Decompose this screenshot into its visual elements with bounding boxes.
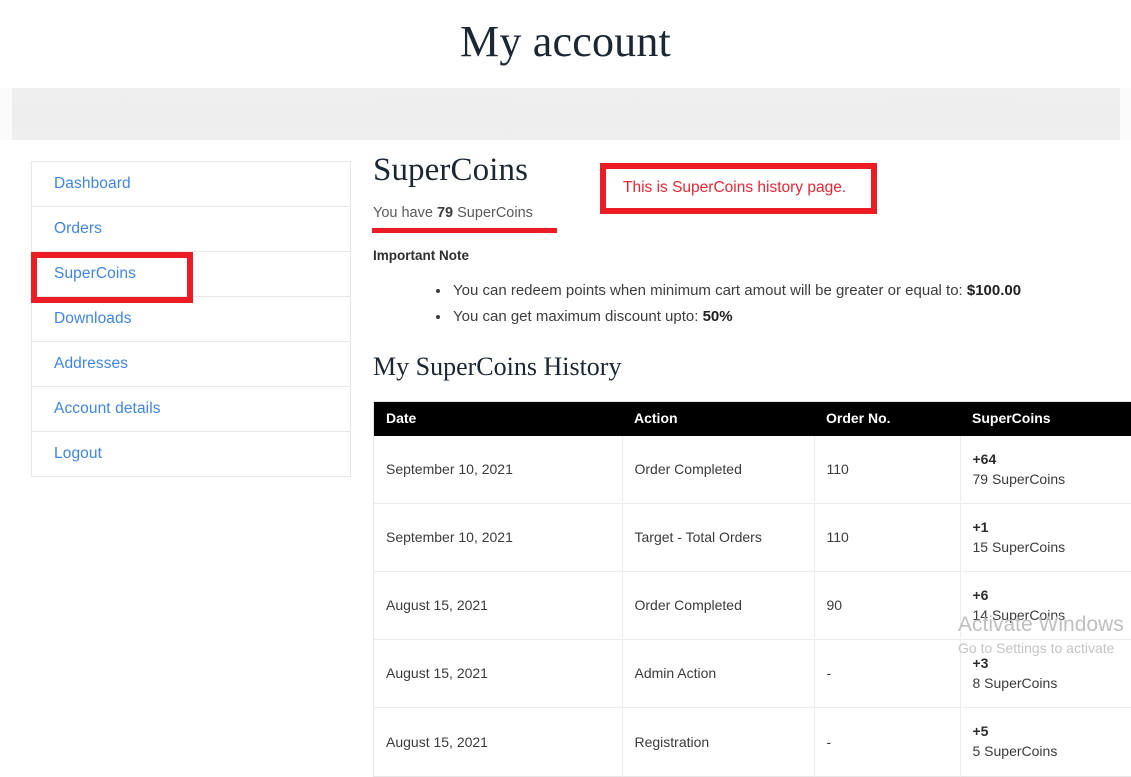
balance-value: 79 xyxy=(437,205,453,221)
history-heading: My SuperCoins History xyxy=(373,351,1103,384)
page-title: My account xyxy=(460,20,671,68)
cell-action: Order Completed xyxy=(622,572,814,640)
cell-date: September 10, 2021 xyxy=(374,503,623,571)
sidebar-link-logout[interactable]: Logout xyxy=(54,445,102,464)
cell-supercoins: +1 15 SuperCoins xyxy=(960,503,1131,571)
sidebar-link-downloads[interactable]: Downloads xyxy=(54,310,132,329)
sidebar-item-dashboard[interactable]: Dashboard xyxy=(32,162,350,207)
balance-suffix: SuperCoins xyxy=(453,205,533,221)
cell-action: Admin Action xyxy=(622,640,814,708)
table-row: September 10, 2021 Target - Total Orders… xyxy=(374,503,1131,571)
cell-supercoins: +5 5 SuperCoins xyxy=(960,708,1131,776)
page-header: My account xyxy=(0,0,1131,88)
cell-supercoins: +6 14 SuperCoins xyxy=(960,572,1131,640)
sidebar-link-addresses[interactable]: Addresses xyxy=(54,355,128,374)
note-item-max-discount: You can get maximum discount upto: 50% xyxy=(451,304,1103,330)
column-header-action: Action xyxy=(622,401,814,435)
note-item-value: 50% xyxy=(703,308,733,325)
balance-prefix: You have xyxy=(373,205,437,221)
cell-order-no: 90 xyxy=(814,572,960,640)
cell-supercoins: +64 79 SuperCoins xyxy=(960,436,1131,504)
sidebar-link-account-details[interactable]: Account details xyxy=(54,400,161,419)
coin-delta: +6 xyxy=(973,586,1131,605)
cell-order-no: - xyxy=(814,640,960,708)
cell-action: Registration xyxy=(622,708,814,776)
cell-date: August 15, 2021 xyxy=(374,708,623,776)
sidebar-item-downloads[interactable]: Downloads xyxy=(32,297,350,342)
cell-order-no: - xyxy=(814,708,960,776)
table-body: September 10, 2021 Order Completed 110 +… xyxy=(374,436,1131,776)
annotation-callout-text: This is SuperCoins history page. xyxy=(623,179,846,198)
table-row: August 15, 2021 Registration - +5 5 Supe… xyxy=(374,708,1131,776)
supercoins-panel: SuperCoins You have 79 SuperCoins Import… xyxy=(373,150,1103,777)
cell-order-no: 110 xyxy=(814,436,960,504)
account-navigation: Dashboard Orders SuperCoins Downloads Ad… xyxy=(31,161,351,477)
table-head: Date Action Order No. SuperCoins xyxy=(374,401,1131,435)
annotation-underline-balance xyxy=(372,228,557,233)
sidebar-item-orders[interactable]: Orders xyxy=(32,207,350,252)
column-header-order-no: Order No. xyxy=(814,401,960,435)
cell-action: Target - Total Orders xyxy=(622,503,814,571)
table-row: August 15, 2021 Admin Action - +3 8 Supe… xyxy=(374,640,1131,708)
important-note-list: You can redeem points when minimum cart … xyxy=(373,278,1103,331)
note-item-text: You can redeem points when minimum cart … xyxy=(453,282,967,299)
annotation-callout-box: This is SuperCoins history page. xyxy=(600,163,877,214)
sidebar-item-addresses[interactable]: Addresses xyxy=(32,342,350,387)
cell-date: September 10, 2021 xyxy=(374,436,623,504)
annotation-highlight-supercoins-nav xyxy=(31,252,193,303)
coin-delta: +1 xyxy=(973,518,1131,537)
table-row: August 15, 2021 Order Completed 90 +6 14… xyxy=(374,572,1131,640)
coin-total: 15 SuperCoins xyxy=(973,537,1131,557)
coin-total: 8 SuperCoins xyxy=(973,673,1131,693)
column-header-supercoins: SuperCoins xyxy=(960,401,1131,435)
cell-supercoins: +3 8 SuperCoins xyxy=(960,640,1131,708)
important-note-title: Important Note xyxy=(373,248,1103,264)
coin-total: 14 SuperCoins xyxy=(973,605,1131,625)
account-content-card: Dashboard Orders SuperCoins Downloads Ad… xyxy=(12,140,1120,721)
sidebar-item-logout[interactable]: Logout xyxy=(32,432,350,477)
sidebar-item-account-details[interactable]: Account details xyxy=(32,387,350,432)
cell-action: Order Completed xyxy=(622,436,814,504)
cell-order-no: 110 xyxy=(814,503,960,571)
coin-delta: +5 xyxy=(973,722,1131,741)
sidebar-link-orders[interactable]: Orders xyxy=(54,220,102,239)
note-item-value: $100.00 xyxy=(967,282,1021,299)
coin-total: 79 SuperCoins xyxy=(973,469,1131,489)
note-item-redeem-minimum: You can redeem points when minimum cart … xyxy=(451,278,1103,304)
note-item-text: You can get maximum discount upto: xyxy=(453,308,703,325)
header-divider-band xyxy=(0,88,1131,140)
coin-total: 5 SuperCoins xyxy=(973,741,1131,761)
supercoins-history-table: Date Action Order No. SuperCoins Septemb… xyxy=(373,401,1131,777)
cell-date: August 15, 2021 xyxy=(374,640,623,708)
column-header-date: Date xyxy=(374,401,623,435)
coin-delta: +3 xyxy=(973,654,1131,673)
cell-date: August 15, 2021 xyxy=(374,572,623,640)
coin-delta: +64 xyxy=(973,450,1131,469)
sidebar-link-dashboard[interactable]: Dashboard xyxy=(54,175,131,194)
table-header-row: Date Action Order No. SuperCoins xyxy=(374,401,1131,435)
table-row: September 10, 2021 Order Completed 110 +… xyxy=(374,436,1131,504)
